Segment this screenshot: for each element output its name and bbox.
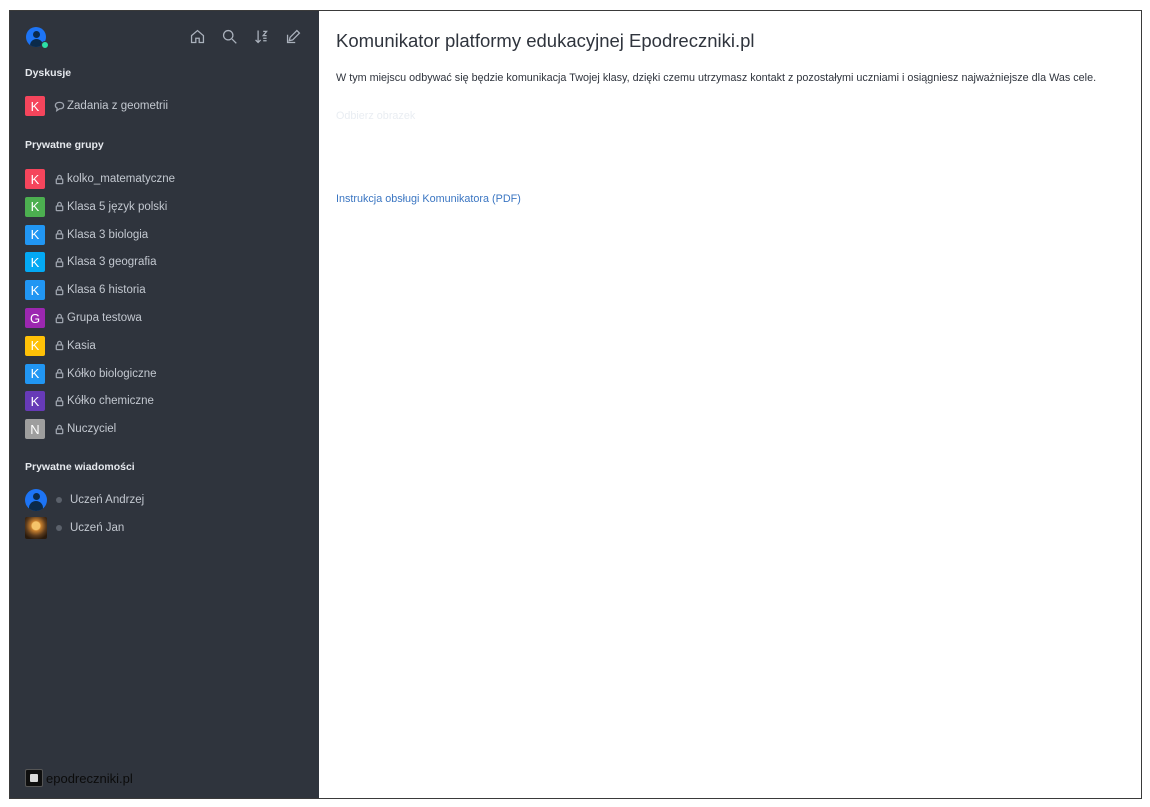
section-title-private-messages: Prywatne wiadomości — [25, 461, 135, 473]
lock-icon — [52, 394, 66, 408]
sidebar-item-label: Klasa 3 biologia — [67, 228, 149, 241]
page-description: W tym miejscu odbywać się będzie komunik… — [336, 72, 1097, 84]
user-avatar-head — [33, 31, 40, 38]
section-title-private-groups: Prywatne grupy — [25, 139, 104, 151]
room-avatar: K — [25, 335, 45, 356]
sidebar-item-dm[interactable]: Uczeń Jan — [25, 517, 315, 539]
status-indicator — [56, 497, 62, 503]
sidebar-item-label: Klasa 3 geografia — [67, 256, 157, 269]
sidebar-item-group[interactable]: K Kasia — [25, 335, 315, 357]
sidebar-toolbar — [187, 26, 303, 46]
logo[interactable]: epodreczniki.pl — [25, 769, 133, 787]
sidebar-item-group[interactable]: K Klasa 5 język polski — [25, 196, 315, 218]
sidebar-item-group[interactable]: K Klasa 3 geografia — [25, 251, 315, 273]
sidebar-item-label: Nuczyciel — [67, 423, 117, 436]
lock-icon — [52, 228, 66, 242]
user-avatar-body — [29, 501, 43, 511]
sidebar-item-dm[interactable]: Uczeń Andrzej — [25, 489, 315, 511]
room-avatar: K — [25, 196, 45, 217]
search-icon[interactable] — [219, 26, 239, 46]
home-icon[interactable] — [187, 26, 207, 46]
room-avatar: K — [25, 391, 45, 412]
room-avatar: K — [25, 363, 45, 384]
sidebar-item-label: Kasia — [67, 339, 96, 352]
user-status-indicator — [41, 41, 49, 49]
lock-icon — [52, 367, 66, 381]
discussion-icon — [52, 99, 66, 113]
sidebar-item-label: Grupa testowa — [67, 312, 142, 324]
sidebar-item-group[interactable]: K Klasa 6 historia — [25, 279, 315, 301]
sidebar-item-group[interactable]: K Kółko biologiczne — [25, 363, 315, 385]
sidebar-item-group[interactable]: G Grupa testowa — [25, 307, 315, 329]
sidebar-item-label: Uczeń Jan — [70, 522, 125, 534]
room-avatar: N — [25, 419, 45, 440]
room-avatar: K — [25, 252, 45, 273]
sidebar-item-group[interactable]: Kkolko_matematyczne — [25, 168, 315, 190]
lock-icon — [52, 172, 66, 186]
room-avatar: K — [25, 224, 45, 245]
sort-icon[interactable] — [251, 26, 271, 46]
photo-avatar — [25, 517, 47, 539]
lock-icon — [52, 339, 66, 353]
lock-icon — [52, 311, 66, 325]
sidebar-item-label: kolko_matematyczne — [67, 173, 176, 185]
sidebar-item-label: Klasa 5 język polski — [67, 200, 168, 213]
user-avatar-head — [33, 493, 40, 500]
user-avatar — [25, 489, 47, 511]
logo-text: epodreczniki.pl — [46, 770, 133, 786]
pdf-manual-link[interactable]: Instrukcja obsługi Komunikatora (PDF) — [336, 193, 521, 205]
status-indicator — [56, 525, 62, 531]
sidebar-item-group[interactable]: N Nuczyciel — [25, 418, 315, 440]
lock-icon — [52, 200, 66, 214]
sidebar-item-label: Uczeń Andrzej — [70, 494, 145, 506]
app-window: Dyskusje K Zadania z geometrii Prywatne … — [9, 10, 1142, 799]
page-title: Komunikator platformy edukacyjnej Epodre… — [336, 30, 755, 51]
section-title-discussions: Dyskusje — [25, 67, 72, 79]
sidebar-item-label: Zadania z geometrii — [67, 100, 168, 112]
sidebar-item-group[interactable]: K Kółko chemiczne — [25, 390, 315, 412]
room-avatar: K — [25, 96, 45, 116]
logo-icon — [25, 769, 43, 787]
sidebar-item-label: Kółko biologiczne — [67, 367, 157, 380]
lock-icon — [52, 422, 66, 436]
lock-icon — [52, 283, 66, 297]
sidebar-item-label: Klasa 6 historia — [67, 284, 146, 297]
sidebar-item-group[interactable]: K Klasa 3 biologia — [25, 224, 315, 246]
room-avatar: K — [25, 280, 45, 301]
room-avatar: K — [25, 169, 45, 189]
sidebar-item-discussion[interactable]: K Zadania z geometrii — [25, 95, 315, 117]
lock-icon — [52, 255, 66, 269]
edit-icon[interactable] — [283, 26, 303, 46]
main-content: Komunikator platformy edukacyjnej Epodre… — [319, 11, 1141, 798]
faint-link[interactable]: Odbierz obrazek — [336, 110, 415, 122]
sidebar-header — [10, 11, 319, 59]
sidebar: Dyskusje K Zadania z geometrii Prywatne … — [10, 11, 319, 798]
room-avatar: G — [25, 308, 45, 328]
sidebar-item-label: Kółko chemiczne — [67, 395, 154, 408]
